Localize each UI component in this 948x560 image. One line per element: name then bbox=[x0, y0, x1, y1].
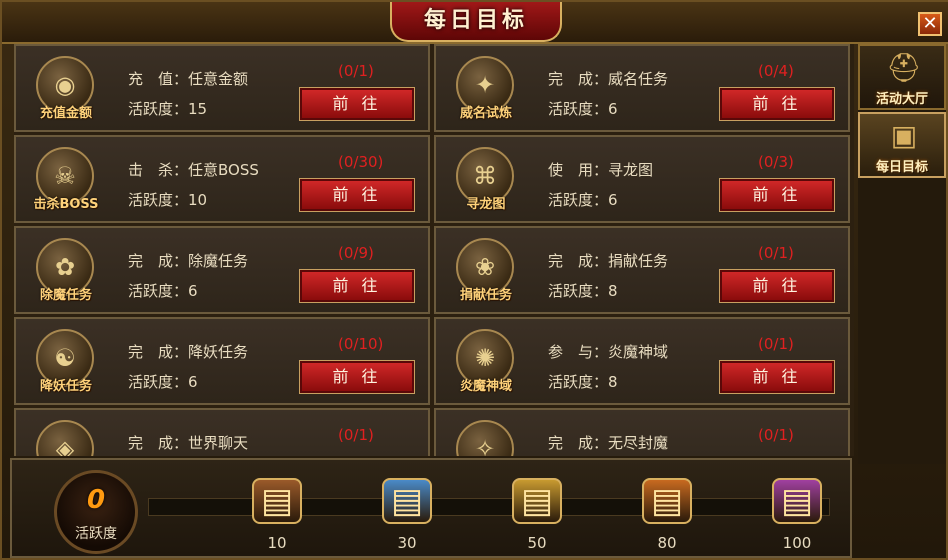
task-activity-points: 活跃度：10 bbox=[128, 191, 208, 209]
chest-gold-blue-icon[interactable]: ▤ bbox=[512, 478, 562, 524]
task-emblem-icon: ✧ bbox=[456, 420, 514, 456]
task-card: ◉ 充值金额 充 值：任意金额 活跃度：15 (0/1) 前 往 bbox=[14, 44, 430, 132]
go-button[interactable]: 前 往 bbox=[719, 178, 835, 212]
task-progress: (0/1) bbox=[338, 426, 374, 444]
task-progress: (0/3) bbox=[758, 153, 794, 171]
window-title: 每日目标 bbox=[390, 2, 562, 42]
task-progress: (0/9) bbox=[338, 244, 374, 262]
go-button[interactable]: 前 往 bbox=[299, 87, 415, 121]
activity-score-value: 0 bbox=[86, 485, 106, 515]
tab-label: 每日目标 bbox=[875, 160, 928, 175]
chest-gold-red-icon[interactable]: ▤ bbox=[642, 478, 692, 524]
task-card: ❀ 捐献任务 完 成：捐献任务 活跃度：8 (0/1) 前 往 bbox=[434, 226, 850, 314]
reward-threshold: 80 bbox=[657, 534, 677, 552]
activity-score-badge: 0 活跃度 bbox=[54, 470, 138, 554]
task-progress: (0/1) bbox=[758, 335, 794, 353]
chest-purple-icon[interactable]: ▤ bbox=[772, 478, 822, 524]
task-activity-points: 活跃度：6 bbox=[548, 191, 618, 209]
task-progress: (0/1) bbox=[758, 244, 794, 262]
title-bar: 每日目标 ✕ bbox=[2, 2, 948, 44]
task-card: ☯ 降妖任务 完 成：降妖任务 活跃度：6 (0/10) 前 往 bbox=[14, 317, 430, 405]
task-progress: (0/1) bbox=[758, 426, 794, 444]
tab-daily-goals[interactable]: ▣ 每日目标 bbox=[858, 112, 946, 178]
task-card: ✿ 除魔任务 完 成：除魔任务 活跃度：6 (0/9) 前 往 bbox=[14, 226, 430, 314]
task-emblem-label: 降妖任务 bbox=[39, 379, 92, 394]
window-frame: 每日目标 ✕ ◉ 充值金额 充 值：任意金额 活跃度：15 (0/1) 前 往 … bbox=[0, 0, 948, 560]
reward-threshold: 50 bbox=[527, 534, 547, 552]
activity-progress-track bbox=[148, 498, 830, 516]
task-description: 完 成：世界聊天 bbox=[128, 434, 249, 452]
task-emblem-icon: ◈ bbox=[36, 420, 94, 456]
task-activity-points: 活跃度：6 bbox=[128, 373, 198, 391]
go-button[interactable]: 前 往 bbox=[299, 178, 415, 212]
task-description: 充 值：任意金额 bbox=[128, 70, 249, 88]
task-emblem-label: 炎魔神域 bbox=[459, 379, 512, 394]
chest-blue-icon[interactable]: ▤ bbox=[382, 478, 432, 524]
tab-label: 活动大厅 bbox=[875, 92, 928, 107]
task-description: 使 用：寻龙图 bbox=[548, 161, 654, 179]
side-tabs: ⛑ 活动大厅 ▣ 每日目标 bbox=[858, 44, 946, 464]
task-emblem-label: 击杀BOSS bbox=[33, 197, 99, 212]
task-progress: (0/4) bbox=[758, 62, 794, 80]
task-description: 完 成：捐献任务 bbox=[548, 252, 669, 270]
go-button[interactable]: 前 往 bbox=[719, 360, 835, 394]
activity-progress-panel: 0 活跃度 ▤ 10 ▤ 30 ▤ 50 ▤ 80 ▤ 100 bbox=[10, 458, 852, 558]
task-emblem-label: 除魔任务 bbox=[39, 288, 92, 303]
task-activity-points: 活跃度：8 bbox=[548, 282, 618, 300]
reward-threshold: 100 bbox=[782, 534, 812, 552]
task-description: 参 与：炎魔神域 bbox=[548, 343, 669, 361]
helmet-icon: ⛑ bbox=[886, 51, 922, 84]
task-emblem-label: 充值金额 bbox=[39, 106, 92, 121]
task-card: ✺ 炎魔神域 参 与：炎魔神域 活跃度：8 (0/1) 前 往 bbox=[434, 317, 850, 405]
task-list[interactable]: ◉ 充值金额 充 值：任意金额 活跃度：15 (0/1) 前 往 ✦ 威名试炼 … bbox=[14, 44, 854, 456]
task-progress: (0/10) bbox=[338, 335, 384, 353]
tab-activity-hall[interactable]: ⛑ 活动大厅 bbox=[858, 44, 946, 110]
task-card: ⌘ 寻龙图 使 用：寻龙图 活跃度：6 (0/3) 前 往 bbox=[434, 135, 850, 223]
task-emblem-label: 威名试炼 bbox=[459, 106, 512, 121]
go-button[interactable]: 前 往 bbox=[299, 360, 415, 394]
go-button[interactable]: 前 往 bbox=[719, 87, 835, 121]
task-activity-points: 活跃度：15 bbox=[128, 100, 208, 118]
reward-threshold: 30 bbox=[397, 534, 417, 552]
task-card: ☠ 击杀BOSS 击 杀：任意BOSS 活跃度：10 (0/30) 前 往 bbox=[14, 135, 430, 223]
task-card: ✦ 威名试炼 完 成：威名任务 活跃度：6 (0/4) 前 往 bbox=[434, 44, 850, 132]
task-activity-points: 活跃度：8 bbox=[548, 373, 618, 391]
task-description: 击 杀：任意BOSS bbox=[128, 161, 259, 179]
task-card: ◈ 完 成：世界聊天 (0/1) bbox=[14, 408, 430, 456]
task-description: 完 成：无尽封魔 bbox=[548, 434, 669, 452]
task-progress: (0/1) bbox=[338, 62, 374, 80]
chest-bronze-icon[interactable]: ▤ bbox=[252, 478, 302, 524]
chest-icon: ▣ bbox=[890, 119, 918, 152]
task-card: ✧ 完 成：无尽封魔 (0/1) bbox=[434, 408, 850, 456]
task-description: 完 成：除魔任务 bbox=[128, 252, 249, 270]
go-button[interactable]: 前 往 bbox=[299, 269, 415, 303]
reward-threshold: 10 bbox=[267, 534, 287, 552]
close-button[interactable]: ✕ bbox=[918, 12, 942, 36]
task-activity-points: 活跃度：6 bbox=[548, 100, 618, 118]
task-progress: (0/30) bbox=[338, 153, 384, 171]
task-activity-points: 活跃度：6 bbox=[128, 282, 198, 300]
task-emblem-label: 寻龙图 bbox=[466, 197, 506, 212]
task-description: 完 成：威名任务 bbox=[548, 70, 669, 88]
task-emblem-label: 捐献任务 bbox=[459, 288, 512, 303]
task-description: 完 成：降妖任务 bbox=[128, 343, 249, 361]
go-button[interactable]: 前 往 bbox=[719, 269, 835, 303]
close-icon: ✕ bbox=[922, 13, 938, 34]
activity-score-label: 活跃度 bbox=[75, 526, 117, 542]
